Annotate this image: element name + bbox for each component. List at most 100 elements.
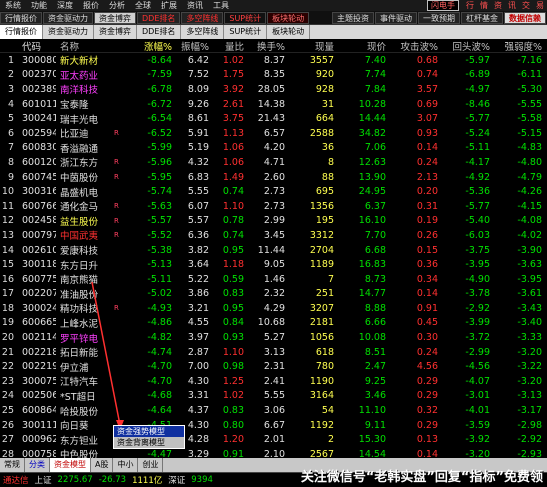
menu-item-fund-strong-model[interactable]: 资金强势模型: [114, 426, 184, 437]
menu-item-fund-divergence-model[interactable]: 资金背离模型: [114, 437, 184, 448]
menu-right-3[interactable]: 资: [491, 0, 505, 11]
attack-wave: 0.74: [416, 69, 438, 81]
subtab-fund-drive[interactable]: 资金驱动力: [43, 25, 94, 39]
tab-gem[interactable]: 创业: [138, 458, 164, 472]
table-row[interactable]: 9 600745 中茵股份 R -5.95 6.83 1.49 2.60 88 13.90 2.13…: [0, 170, 547, 185]
tool-consensus[interactable]: 一致预期: [418, 11, 460, 24]
menu-right-6[interactable]: 易: [533, 0, 547, 11]
tab-category[interactable]: 分类: [25, 458, 50, 472]
menu-quote[interactable]: 报价: [78, 0, 104, 11]
stock-name: 罗平锌电: [60, 333, 99, 345]
header-pullback-wave[interactable]: 回头波%: [438, 39, 490, 53]
table-row[interactable]: 12 002458 益生股份 R -5.57 5.57 0.78 2.99 195 16.10 0.…: [0, 214, 547, 229]
menu-right-2[interactable]: 情: [477, 0, 491, 11]
table-row[interactable]: 24 002506 *ST超日 -4.68 3.31 1.02 5.55 3164 3.46 0.…: [0, 389, 547, 404]
table-row[interactable]: 14 002610 爱康科技 -5.38 3.82 0.95 11.44 2704 6.68 0.…: [0, 243, 547, 258]
menu-right-1[interactable]: 行: [463, 0, 477, 11]
table-row[interactable]: 7 600830 香溢融通 -5.99 5.19 1.06 4.20 36 7.06 0.14 -5…: [0, 141, 547, 156]
row-index: 25: [1, 405, 14, 417]
menu-news[interactable]: 资讯: [182, 0, 208, 11]
table-row[interactable]: 6 002594 比亚迪 R -6.52 5.91 1.13 6.57 2588 34.82 0.9…: [0, 126, 547, 141]
table-row[interactable]: 10 300316 晶盛机电 -5.74 5.55 0.74 2.73 695 24.95 0.2…: [0, 184, 547, 199]
price: 14.44: [358, 113, 386, 125]
tool-fund-game[interactable]: 资金博弈: [94, 11, 136, 24]
table-row[interactable]: 27000962东方钽业-4.494.281.202.01215.300.13-…: [0, 432, 547, 447]
subtab-fund-game[interactable]: 资金博弈: [94, 25, 137, 39]
table-row[interactable]: 13 000797 中国武夷 R -5.52 6.36 0.74 3.45 3312 7.70 0.…: [0, 228, 547, 243]
menu-tools[interactable]: 工具: [208, 0, 234, 11]
turnover: 5.27: [263, 332, 285, 344]
tool-dde-rank[interactable]: DDE排名: [137, 11, 181, 24]
menu-analysis[interactable]: 分析: [104, 0, 130, 11]
table-row[interactable]: 15 300118 东方日升 -5.13 3.64 1.18 9.05 1189 16.83 0.…: [0, 257, 547, 272]
menu-system[interactable]: 系统: [0, 0, 26, 11]
stock-table: 代码 名称 涨幅% 振幅% 量比 换手% 现量 现价 攻击波% 回头波% 强弱度…: [0, 39, 547, 462]
header-code[interactable]: 代码: [14, 39, 56, 53]
subtab-quote[interactable]: 行情报价: [0, 25, 43, 39]
lightning-hand-button[interactable]: 闪电手: [427, 0, 459, 11]
table-row[interactable]: 11 600766 通化金马 R -5.63 6.07 1.10 2.73 1356 6.37 0.…: [0, 199, 547, 214]
strength: -3.20: [517, 346, 542, 358]
header-strength[interactable]: 强弱度%: [490, 39, 544, 53]
strength: -2.98: [517, 419, 542, 431]
menu-extend[interactable]: 扩展: [156, 0, 182, 11]
tool-fund-drive[interactable]: 资金驱动力: [43, 11, 93, 24]
header-amplitude[interactable]: 振幅%: [172, 39, 209, 53]
table-row[interactable]: 20 002114 罗平锌电 -4.82 3.97 0.93 5.27 1056 10.08 0.…: [0, 330, 547, 345]
menu-function[interactable]: 功能: [26, 0, 52, 11]
tool-leverage-fund[interactable]: 杠杆基金: [461, 11, 503, 24]
table-row[interactable]: 16 600775 南京熊猫 -5.11 5.22 0.59 1.46 7 8.73 0.34 -4…: [0, 272, 547, 287]
table-row[interactable]: 8 600120 浙江东方 R -5.96 4.32 1.06 4.71 8 12.63 0.24 -…: [0, 155, 547, 170]
stock-name: 新大新材: [60, 56, 99, 68]
menu-global[interactable]: 全球: [130, 0, 156, 11]
menu-right-5[interactable]: 交: [519, 0, 533, 11]
table-row[interactable]: 26300111向日葵-4.514.300.806.6711929.110.29…: [0, 418, 547, 433]
tool-long-short[interactable]: 多空阵线: [181, 11, 224, 24]
pullback-wave: -4.17: [465, 156, 490, 168]
tab-fund-model[interactable]: 资金模型: [50, 458, 91, 472]
table-row[interactable]: 19 600665 上峰水泥 -4.86 4.55 0.84 10.68 2181 6.66 0.…: [0, 316, 547, 331]
header-price[interactable]: 现价: [334, 39, 386, 53]
table-row[interactable]: 3 002389 南洋科技 -6.78 8.09 3.92 28.05 928 7.84 3.57…: [0, 82, 547, 97]
turnover: 2.32: [263, 288, 285, 300]
table-row[interactable]: 23 300075 江特汽车 -4.70 4.30 1.25 2.41 1190 9.25 0.2…: [0, 374, 547, 389]
status-market2[interactable]: 深证: [165, 474, 188, 486]
stock-code: 300024: [22, 302, 56, 314]
subtab-sup-stat[interactable]: SUP统计: [224, 25, 268, 39]
row-index: 15: [1, 259, 14, 271]
subtab-sector-rotation[interactable]: 板块轮动: [267, 25, 311, 39]
tab-a-share[interactable]: A股: [91, 458, 114, 472]
tool-data-trust[interactable]: 数据信赖: [504, 11, 546, 24]
subtab-dde-rank[interactable]: DDE排名: [137, 25, 182, 39]
header-change-pct[interactable]: 涨幅%: [128, 39, 172, 53]
tab-sme[interactable]: 中小: [113, 458, 139, 472]
price: 34.82: [358, 127, 386, 139]
price: 15.30: [358, 434, 386, 446]
table-row[interactable]: 18 300024 精功科技 R -4.93 3.21 0.95 4.29 3207 8.88 0.…: [0, 301, 547, 316]
header-turnover[interactable]: 换手%: [244, 39, 285, 53]
table-row[interactable]: 22 002219 伊立浦 -4.70 7.00 0.98 2.31 780 2.47 4.56 -…: [0, 359, 547, 374]
tool-quote[interactable]: 行情报价: [0, 11, 42, 24]
subtab-long-short[interactable]: 多空阵线: [181, 25, 225, 39]
tool-sector-rotation[interactable]: 板块轮动: [267, 11, 310, 24]
header-current-volume[interactable]: 现量: [285, 39, 334, 53]
tool-theme-invest[interactable]: 主题投资: [332, 11, 374, 24]
tab-regular[interactable]: 常规: [0, 458, 25, 472]
table-row[interactable]: 21 002218 拓日新能 -4.74 2.87 1.10 3.13 618 8.51 0.24…: [0, 345, 547, 360]
status-market[interactable]: 上证: [32, 474, 55, 486]
table-row[interactable]: 2 002370 亚太药业 -7.59 7.52 1.75 8.35 920 7.74 0.74 -…: [0, 68, 547, 83]
header-name[interactable]: 名称: [56, 39, 114, 53]
table-row[interactable]: 5 300241 瑞丰光电 -6.54 8.61 3.75 21.43 664 14.44 3.0…: [0, 111, 547, 126]
tool-sup-stat[interactable]: SUP统计: [224, 11, 267, 24]
table-row[interactable]: 4 601011 宝泰隆 -6.72 9.26 2.61 14.38 31 10.28 0.69 -…: [0, 97, 547, 112]
header-attack-wave[interactable]: 攻击波%: [386, 39, 438, 53]
pullback-wave: -5.24: [465, 127, 490, 139]
menu-depth[interactable]: 深度: [52, 0, 78, 11]
menu-right-4[interactable]: 讯: [505, 0, 519, 11]
tool-event-drive[interactable]: 事件驱动: [375, 11, 417, 24]
header-volume-ratio[interactable]: 量比: [209, 39, 244, 53]
table-row[interactable]: 17 002207 准油股份 -5.02 3.86 0.83 2.32 251 14.77 0.1…: [0, 287, 547, 302]
stock-code: 600665: [22, 317, 56, 329]
table-row[interactable]: 1 300080 新大新材 -8.64 6.42 1.02 8.37 3557 7.40 0.68…: [0, 53, 547, 68]
table-row[interactable]: 25 600864 哈投股份 -4.64 4.37 0.83 3.06 54 11.10 0.32…: [0, 403, 547, 418]
